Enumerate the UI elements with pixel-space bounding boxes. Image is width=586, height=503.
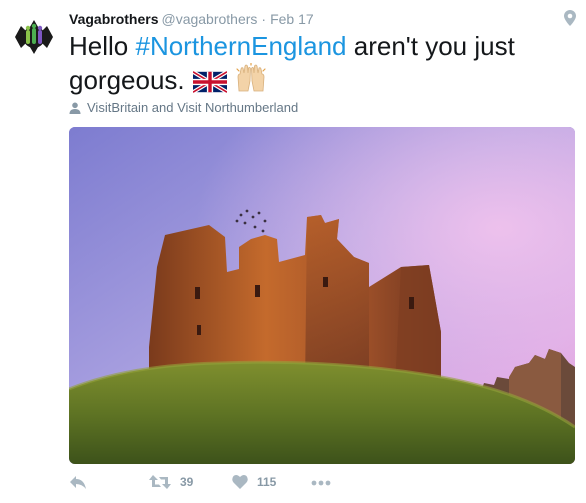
person-icon — [69, 102, 81, 114]
hashtag-link[interactable]: #NorthernEngland — [135, 31, 346, 61]
retweet-count: 39 — [180, 475, 194, 489]
user-handle[interactable]: @vagabrothers — [161, 11, 257, 27]
castle-photo-image — [69, 127, 575, 464]
header-separator: · — [261, 11, 267, 27]
raised-hands-emoji — [235, 62, 267, 101]
location-pin-icon[interactable] — [564, 10, 576, 26]
union-jack-flag-emoji — [191, 67, 228, 101]
tagged-users[interactable]: VisitBritain and Visit Northumberland — [69, 100, 298, 116]
tweet-header: Vagabrothers @vagabrothers · Feb 17 — [69, 10, 556, 28]
tweet-actions: 39 115 — [69, 474, 569, 496]
tagged-users-label: VisitBritain and Visit Northumberland — [87, 100, 299, 115]
more-icon — [311, 480, 331, 486]
more-button[interactable] — [311, 480, 331, 486]
reply-button[interactable] — [69, 474, 87, 490]
retweet-button[interactable]: 39 — [149, 474, 193, 490]
timestamp[interactable]: Feb 17 — [270, 11, 314, 27]
like-button[interactable]: 115 — [232, 474, 276, 489]
avatar-logo-icon — [12, 15, 56, 59]
reply-icon — [70, 476, 86, 489]
heart-icon — [232, 474, 248, 489]
like-count: 115 — [257, 474, 277, 489]
retweet-icon — [149, 475, 171, 489]
display-name[interactable]: Vagabrothers — [69, 11, 158, 27]
tweet-photo[interactable] — [69, 127, 575, 464]
avatar[interactable] — [11, 14, 57, 60]
tweet-text: Hello #NorthernEngland aren't you just g… — [69, 29, 569, 101]
tweet-text-start: Hello — [69, 31, 136, 61]
